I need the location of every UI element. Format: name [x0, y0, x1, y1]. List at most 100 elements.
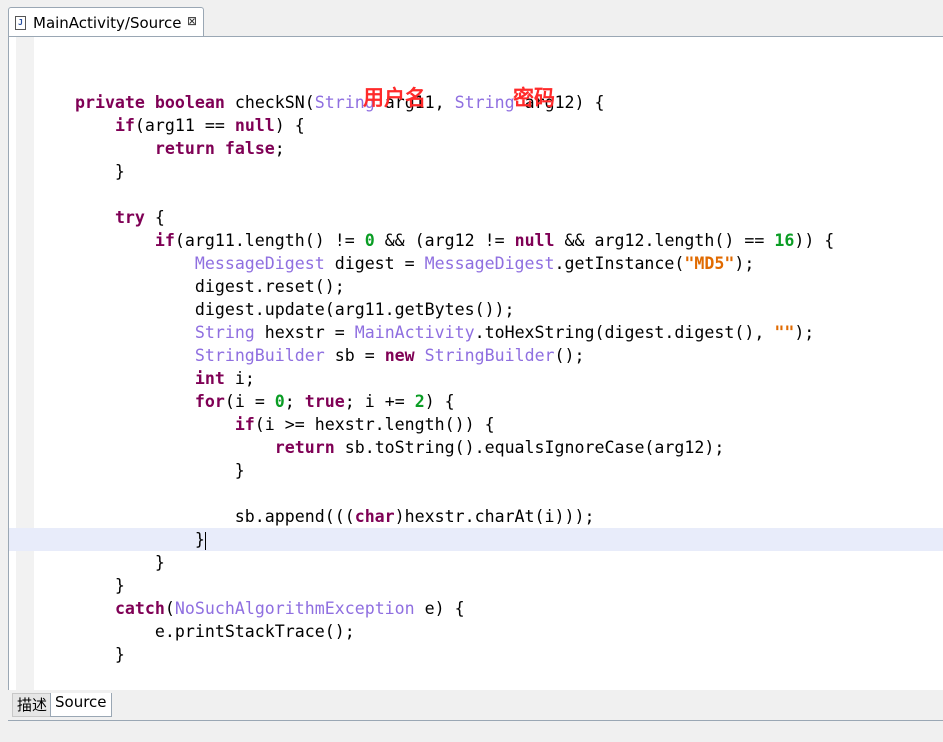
code-line[interactable]: if(i >= hexstr.length()) {: [9, 413, 943, 436]
code-token: i;: [224, 369, 255, 388]
code-token: digest.update(arg11.getBytes());: [35, 300, 515, 319]
tab-mainactivity-source[interactable]: J MainActivity/Source ⊠: [8, 7, 204, 37]
code-token: String: [454, 93, 515, 112]
code-token: if: [234, 415, 255, 434]
code-token: private: [74, 93, 145, 112]
code-token: (i =: [224, 392, 275, 411]
code-line[interactable]: sb.append(((char)hexstr.charAt(i)));: [9, 505, 943, 528]
code-token: digest =: [324, 254, 425, 273]
code-token: sb.append(((: [35, 507, 355, 526]
code-line[interactable]: }: [9, 160, 943, 183]
code-token: boolean: [154, 93, 225, 112]
code-token: for: [194, 392, 225, 411]
code-token: (i >= hexstr.length()) {: [254, 415, 495, 434]
code-token: if: [154, 231, 175, 250]
code-line[interactable]: catch(NoSuchAlgorithmException e) {: [9, 597, 943, 620]
code-token: StringBuilder: [424, 346, 555, 365]
code-line[interactable]: private boolean checkSN(String arg11, St…: [9, 91, 943, 114]
code-token: NoSuchAlgorithmException: [174, 599, 415, 618]
code-token: e.printStackTrace();: [35, 622, 355, 641]
code-token: ;: [284, 392, 305, 411]
code-token: {: [144, 208, 165, 227]
code-token: )hexstr.charAt(i)));: [394, 507, 595, 526]
editor-tab-bar: J MainActivity/Source ⊠: [0, 0, 943, 38]
code-line[interactable]: digest.reset();: [9, 275, 943, 298]
code-token: .getInstance(: [554, 254, 685, 273]
annotation-username: 用户名: [363, 86, 426, 110]
code-token: return: [154, 139, 215, 158]
bottom-tab-bar: 描述 Source: [0, 690, 943, 742]
code-editor[interactable]: private boolean checkSN(String arg11, St…: [8, 36, 943, 690]
code-line[interactable]: try {: [9, 206, 943, 229]
code-token: (arg11 ==: [134, 116, 235, 135]
code-line[interactable]: }: [9, 528, 943, 551]
code-token: 16: [774, 231, 795, 250]
code-token: true: [304, 392, 345, 411]
code-token: MessageDigest: [194, 254, 325, 273]
tab-title: MainActivity/Source: [33, 14, 182, 32]
code-line[interactable]: [9, 183, 943, 206]
code-token: char: [354, 507, 395, 526]
code-line[interactable]: [9, 666, 943, 689]
code-token: }: [35, 553, 165, 572]
code-line[interactable]: [9, 68, 943, 91]
tab-description[interactable]: 描述: [12, 693, 53, 717]
code-line[interactable]: }: [9, 643, 943, 666]
code-line[interactable]: MessageDigest digest = MessageDigest.get…: [9, 252, 943, 275]
code-line[interactable]: String hexstr = MainActivity.toHexString…: [9, 321, 943, 344]
java-file-icon: J: [15, 16, 26, 30]
code-token: && arg12.length() ==: [554, 231, 775, 250]
code-token: }: [35, 645, 125, 664]
code-line[interactable]: e.printStackTrace();: [9, 620, 943, 643]
code-line[interactable]: return false;: [9, 137, 943, 160]
code-line[interactable]: return sb.toString().equalsIgnoreCase(ar…: [9, 436, 943, 459]
code-token: try: [114, 208, 145, 227]
code-line[interactable]: for(i = 0; true; i += 2) {: [9, 390, 943, 413]
code-token: "MD5": [684, 254, 735, 273]
code-token: null: [234, 116, 275, 135]
code-token: digest.reset();: [35, 277, 345, 296]
code-token: null: [514, 231, 555, 250]
code-token: checkSN(: [224, 93, 315, 112]
code-token: if: [114, 116, 135, 135]
code-line[interactable]: }: [9, 574, 943, 597]
close-icon[interactable]: ⊠: [187, 14, 197, 28]
code-token: MessageDigest: [424, 254, 555, 273]
tab-source[interactable]: Source: [50, 693, 112, 717]
code-token: && (arg12 !=: [374, 231, 515, 250]
code-token: }: [35, 461, 245, 480]
code-line[interactable]: if(arg11 == null) {: [9, 114, 943, 137]
code-token: StringBuilder: [194, 346, 325, 365]
code-token: ) {: [424, 392, 455, 411]
code-line[interactable]: }: [9, 551, 943, 574]
code-token: ; i +=: [344, 392, 415, 411]
code-token: e) {: [414, 599, 465, 618]
code-token: String: [194, 323, 255, 342]
code-token: ;: [274, 139, 285, 158]
code-line[interactable]: if(arg11.length() != 0 && (arg12 != null…: [9, 229, 943, 252]
code-token: );: [794, 323, 815, 342]
code-token: ) {: [274, 116, 305, 135]
code-token: 0: [274, 392, 285, 411]
code-token: "": [774, 323, 795, 342]
code-area[interactable]: private boolean checkSN(String arg11, St…: [9, 68, 943, 690]
code-token: );: [734, 254, 755, 273]
code-line[interactable]: int i;: [9, 367, 943, 390]
code-line[interactable]: digest.update(arg11.getBytes());: [9, 298, 943, 321]
code-token: MainActivity: [354, 323, 475, 342]
code-line[interactable]: StringBuilder sb = new StringBuilder();: [9, 344, 943, 367]
code-line[interactable]: }: [9, 459, 943, 482]
code-line[interactable]: [9, 482, 943, 505]
code-token: (: [164, 599, 175, 618]
